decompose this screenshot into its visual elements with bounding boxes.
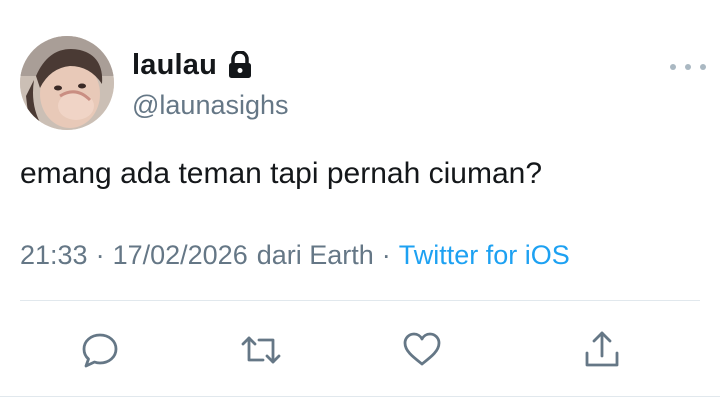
heart-icon [403, 332, 441, 366]
avatar[interactable] [20, 36, 114, 130]
tweet-source-link[interactable]: Twitter for iOS [399, 240, 570, 271]
tweet-date[interactable]: 17/02/2026 [113, 240, 248, 271]
more-horizontal-icon[interactable] [670, 60, 706, 74]
lock-icon [227, 51, 253, 79]
tweet-meta: 21:33 · 17/02/2026 dari Earth · Twitter … [20, 240, 570, 271]
avatar-photo [20, 36, 114, 130]
like-button[interactable] [397, 325, 447, 375]
meta-separator: · [381, 240, 391, 270]
retweet-arrows-icon [241, 336, 281, 364]
dot-icon [700, 64, 706, 70]
divider [20, 300, 700, 301]
share-upload-icon [585, 331, 619, 367]
action-bar [0, 325, 720, 375]
share-button[interactable] [577, 325, 627, 375]
speech-bubble-icon [82, 333, 118, 368]
tweet-text: emang ada teman tapi pernah ciuman? [20, 157, 543, 190]
display-name[interactable]: laulau [132, 49, 217, 82]
user-handle[interactable]: @launasighs [132, 90, 289, 121]
tweet-location: dari Earth [256, 240, 374, 270]
meta-separator: · [95, 240, 105, 270]
retweet-button[interactable] [236, 325, 286, 375]
dot-icon [685, 64, 691, 70]
tweet-time[interactable]: 21:33 [20, 240, 88, 271]
reply-button[interactable] [75, 325, 125, 375]
name-row: laulau [132, 48, 253, 82]
dot-icon [670, 64, 676, 70]
bottom-divider [0, 396, 720, 397]
